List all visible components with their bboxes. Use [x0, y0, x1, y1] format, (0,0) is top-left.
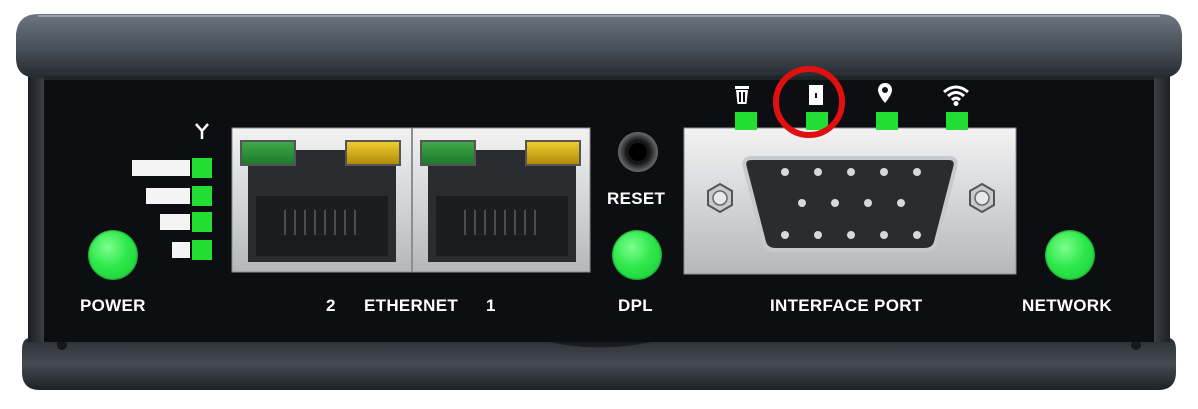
dpl-label: DPL: [618, 296, 653, 315]
signal-led-1: [192, 240, 212, 260]
device-housing: [16, 14, 1182, 390]
network-label: NETWORK: [1022, 296, 1112, 315]
trash-bin-icon: [733, 83, 751, 105]
status-led-wifi: [946, 112, 968, 130]
dpl-button[interactable]: [612, 230, 662, 280]
location-pin-icon: [877, 82, 893, 104]
signal-bar-3: [146, 188, 190, 204]
reset-label: RESET: [607, 189, 666, 208]
eth2-link-led: [240, 140, 296, 166]
signal-led-4: [192, 158, 212, 178]
network-button[interactable]: [1045, 230, 1095, 280]
antenna-icon: [195, 123, 209, 139]
ethernet-label: ETHERNET: [364, 296, 459, 315]
eth2-activity-led: [345, 140, 401, 166]
ethernet-port-2-label: 2: [326, 296, 336, 315]
signal-bar-4: [132, 160, 190, 176]
interface-port-label: INTERFACE PORT: [770, 296, 923, 315]
signal-led-2: [192, 212, 212, 232]
reset-button[interactable]: [618, 132, 658, 172]
eth1-link-led: [420, 140, 476, 166]
status-led-bin: [735, 112, 757, 130]
power-button[interactable]: [88, 230, 138, 280]
status-led-location: [876, 112, 898, 130]
signal-bar-1: [172, 242, 190, 258]
wifi-icon: [942, 84, 970, 106]
signal-bar-2: [160, 214, 190, 230]
signal-led-3: [192, 186, 212, 206]
eth1-activity-led: [525, 140, 581, 166]
highlight-ring: [773, 66, 845, 138]
power-label: POWER: [80, 296, 146, 315]
ethernet-port-1-label: 1: [486, 296, 496, 315]
